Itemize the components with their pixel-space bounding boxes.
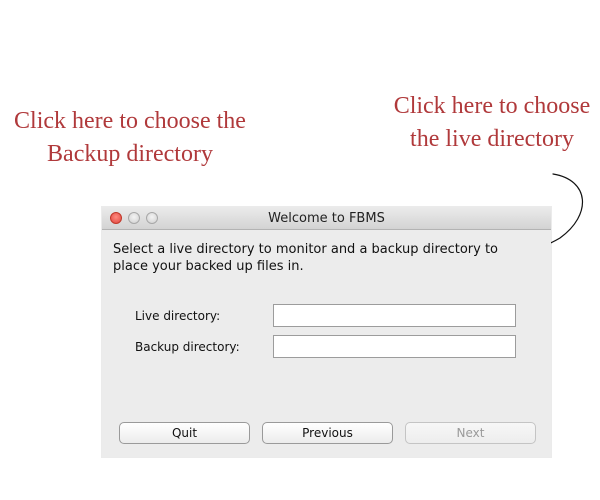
fbms-welcome-window: Welcome to FBMS Select a live directory … <box>102 207 551 457</box>
window-titlebar[interactable]: Welcome to FBMS <box>102 207 551 230</box>
next-button[interactable]: Next <box>405 422 536 444</box>
window-title: Welcome to FBMS <box>268 211 385 226</box>
backup-callout-text: Click here to choose the Backup director… <box>14 108 246 167</box>
live-directory-label: Live directory: <box>135 309 221 323</box>
quit-button[interactable]: Quit <box>119 422 250 444</box>
previous-button[interactable]: Previous <box>262 422 393 444</box>
backup-directory-label: Backup directory: <box>135 340 240 354</box>
backup-directory-field[interactable] <box>273 335 516 358</box>
tutorial-screenshot: Click here to choose the Backup director… <box>0 0 600 500</box>
live-directory-callout: Click here to choose the live directory <box>392 90 592 156</box>
backup-directory-callout: Click here to choose the Backup director… <box>0 105 260 171</box>
live-callout-text: Click here to choose the live directory <box>393 93 591 152</box>
instructions-text: Select a live directory to monitor and a… <box>113 242 498 274</box>
live-directory-field[interactable] <box>273 304 516 327</box>
